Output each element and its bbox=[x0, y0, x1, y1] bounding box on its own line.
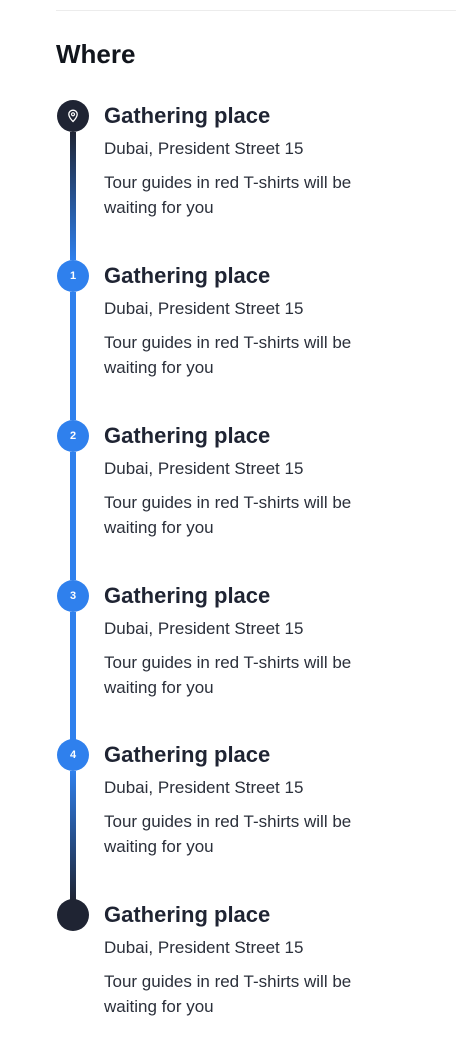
stop-note: Tour guides in red T-shirts will be wait… bbox=[104, 812, 352, 856]
stop-address: Dubai, President Street 15 bbox=[104, 778, 304, 797]
stop-note: Tour guides in red T-shirts will be wait… bbox=[104, 493, 352, 537]
stop-title: Gathering place bbox=[104, 742, 271, 767]
timeline-connector bbox=[70, 612, 76, 740]
start-location-icon bbox=[57, 100, 89, 132]
stop-note: Tour guides in red T-shirts will be wait… bbox=[104, 972, 352, 1016]
stop-item: Gathering place Dubai, President Street … bbox=[104, 741, 424, 859]
stop-number-badge: 4 bbox=[57, 739, 89, 771]
stop-title: Gathering place bbox=[104, 263, 271, 288]
stop-note: Tour guides in red T-shirts will be wait… bbox=[104, 173, 352, 217]
stop-title: Gathering place bbox=[104, 902, 271, 927]
route-timeline: 1 2 3 4 Gathering place Dubai, President… bbox=[0, 0, 456, 1052]
stop-address: Dubai, President Street 15 bbox=[104, 938, 304, 957]
stop-note: Tour guides in red T-shirts will be wait… bbox=[104, 653, 352, 697]
stop-number-badge: 3 bbox=[57, 580, 89, 612]
stop-item: Gathering place Dubai, President Street … bbox=[104, 102, 424, 220]
timeline-connector bbox=[70, 292, 76, 420]
stop-note: Tour guides in red T-shirts will be wait… bbox=[104, 333, 352, 377]
stop-address: Dubai, President Street 15 bbox=[104, 299, 304, 318]
end-dot-icon bbox=[57, 899, 89, 931]
stop-number-badge: 1 bbox=[57, 260, 89, 292]
stop-title: Gathering place bbox=[104, 583, 271, 608]
stop-number-badge: 2 bbox=[57, 420, 89, 452]
location-pin-icon bbox=[68, 109, 78, 123]
stop-address: Dubai, President Street 15 bbox=[104, 139, 304, 158]
stop-title: Gathering place bbox=[104, 423, 271, 448]
stop-title: Gathering place bbox=[104, 103, 271, 128]
stop-item: Gathering place Dubai, President Street … bbox=[104, 901, 424, 1019]
stop-address: Dubai, President Street 15 bbox=[104, 459, 304, 478]
stop-address: Dubai, President Street 15 bbox=[104, 619, 304, 638]
timeline-connector bbox=[70, 132, 76, 260]
stop-item: Gathering place Dubai, President Street … bbox=[104, 582, 424, 700]
timeline-connector bbox=[70, 771, 76, 900]
stop-item: Gathering place Dubai, President Street … bbox=[104, 262, 424, 380]
timeline-connector bbox=[70, 452, 76, 580]
stop-item: Gathering place Dubai, President Street … bbox=[104, 422, 424, 540]
